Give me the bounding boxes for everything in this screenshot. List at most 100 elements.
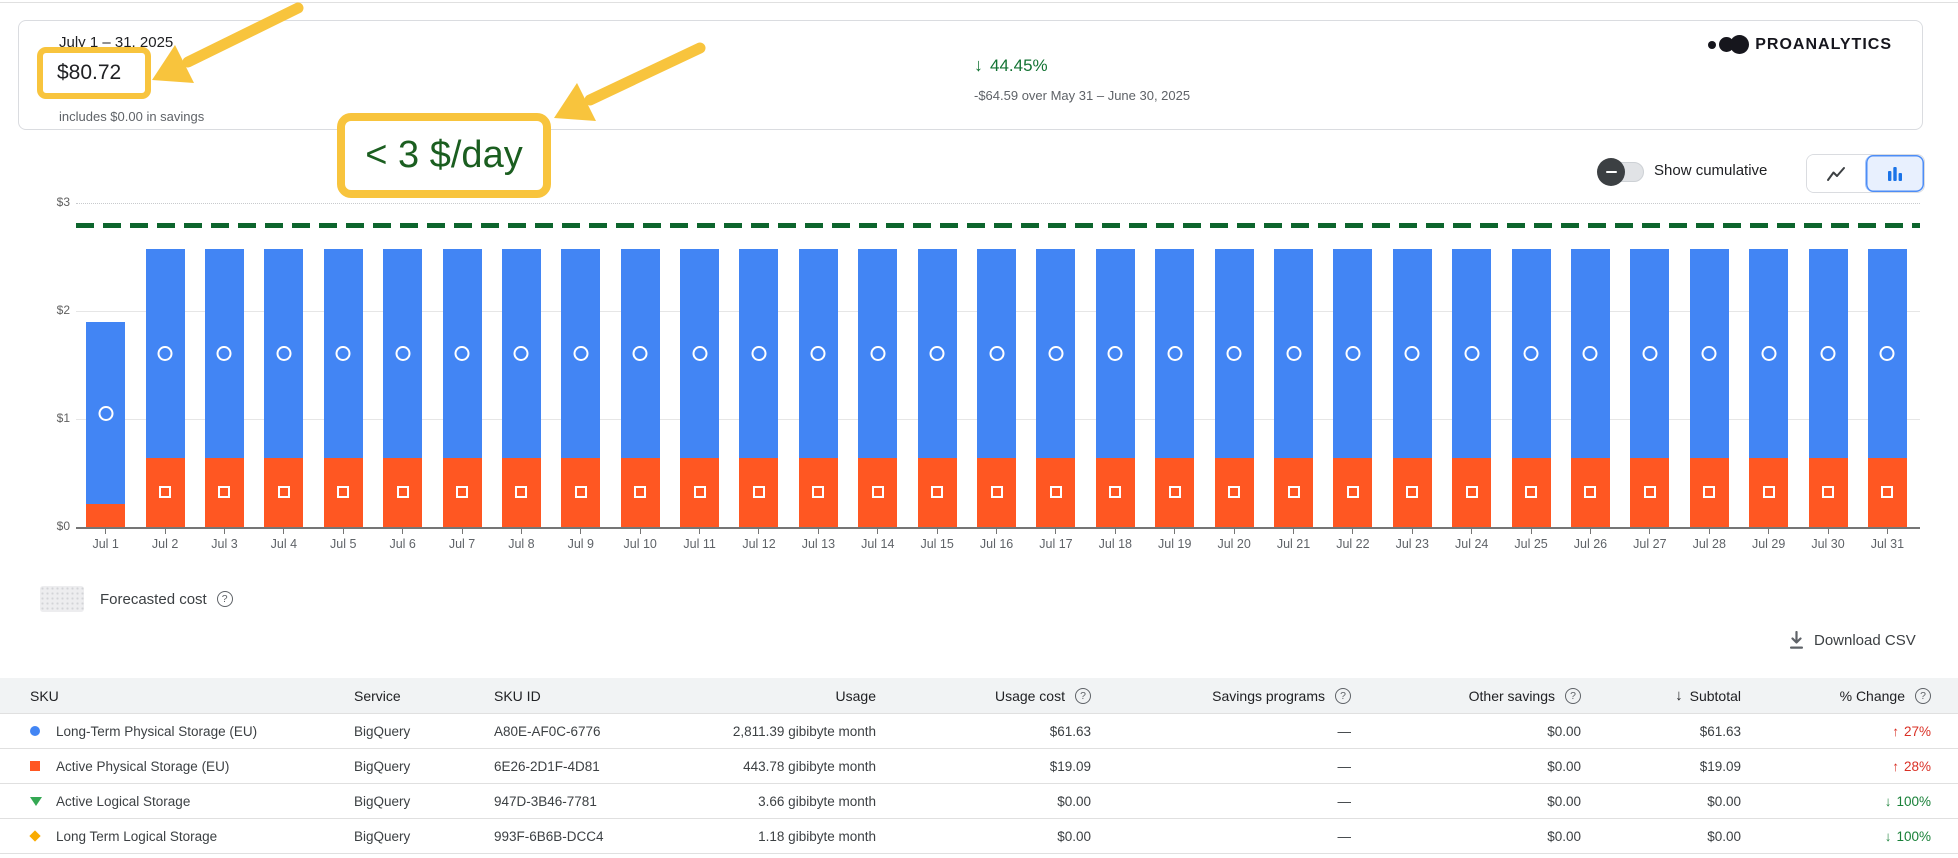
axis-tick bbox=[342, 528, 344, 534]
service-cell: BigQuery bbox=[354, 723, 411, 739]
axis-tick bbox=[402, 528, 404, 534]
stacked-bar-jul-28[interactable] bbox=[1689, 249, 1729, 527]
help-icon[interactable]: ? bbox=[216, 591, 233, 607]
x-axis-label: Jul 23 bbox=[1395, 537, 1429, 551]
axis-tick bbox=[580, 528, 582, 534]
stacked-bar-jul-13[interactable] bbox=[798, 249, 838, 527]
show-cumulative-toggle[interactable] bbox=[1597, 158, 1644, 186]
stacked-bar-jul-11[interactable] bbox=[680, 249, 720, 527]
help-icon[interactable]: ? bbox=[1565, 687, 1581, 704]
stacked-bar-jul-21[interactable] bbox=[1274, 249, 1313, 527]
table-row[interactable]: Long Term Logical Storage BigQuery 993F-6B… bbox=[0, 819, 1958, 854]
stacked-bar-jul-6[interactable] bbox=[383, 249, 423, 527]
axis-tick bbox=[699, 528, 701, 534]
axis-tick bbox=[283, 528, 285, 534]
stacked-bar-jul-9[interactable] bbox=[561, 249, 601, 527]
bar-chart-icon bbox=[1888, 166, 1902, 181]
cost-delta: ↓ 44.45% -$64.59 over May 31 – June 30, … bbox=[974, 55, 1190, 103]
square-marker-icon bbox=[30, 761, 40, 771]
bar-slot-jul-28 bbox=[1680, 249, 1739, 527]
stacked-bar-jul-23[interactable] bbox=[1392, 249, 1432, 527]
square-marker bbox=[1406, 486, 1419, 499]
forecast-swatch-icon bbox=[40, 586, 84, 612]
delta-percent-value: 44.45% bbox=[990, 55, 1048, 75]
delta-percent: ↓ 44.45% bbox=[974, 55, 1190, 76]
column-header-usage-cost[interactable]: Usage cost? bbox=[884, 687, 1099, 704]
column-header-sku-id[interactable]: SKU ID bbox=[494, 688, 694, 704]
circle-marker bbox=[751, 346, 767, 362]
stacked-bar-jul-17[interactable] bbox=[1036, 249, 1076, 527]
stacked-bar-jul-16[interactable] bbox=[977, 249, 1017, 527]
axis-tick bbox=[105, 528, 107, 534]
stacked-bar-jul-24[interactable] bbox=[1452, 249, 1492, 527]
table-body: Long-Term Physical Storage (EU) BigQuery A… bbox=[0, 714, 1958, 854]
bar-slot-jul-25 bbox=[1501, 249, 1560, 527]
stacked-bar-jul-10[interactable] bbox=[620, 249, 660, 527]
stacked-bar-jul-14[interactable] bbox=[858, 249, 898, 527]
x-label-slot: Jul 24 bbox=[1442, 528, 1501, 551]
bar-slot-jul-15 bbox=[907, 249, 966, 527]
stacked-bar-jul-7[interactable] bbox=[442, 249, 482, 527]
stacked-bar-jul-3[interactable] bbox=[204, 249, 244, 527]
stacked-bar-jul-5[interactable] bbox=[323, 249, 363, 527]
stacked-bar-jul-29[interactable] bbox=[1749, 249, 1789, 527]
chart-x-axis-labels: Jul 1 Jul 2 Jul 3 Jul 4 Jul 5 Jul 6 Jul 7 Jul 8… bbox=[76, 528, 1917, 551]
savings-programs-cell: — bbox=[1337, 758, 1352, 774]
download-csv-button[interactable]: Download CSV bbox=[1788, 631, 1916, 650]
help-icon[interactable]: ? bbox=[1335, 687, 1351, 704]
table-row[interactable]: Active Physical Storage (EU) BigQuery 6E26… bbox=[0, 749, 1958, 784]
stacked-bar-jul-12[interactable] bbox=[739, 249, 779, 527]
help-icon[interactable]: ? bbox=[1075, 687, 1091, 704]
stacked-bar-jul-1[interactable] bbox=[86, 321, 126, 527]
stacked-bar-jul-27[interactable] bbox=[1630, 249, 1670, 527]
column-header-subtotal[interactable]: ↓ Subtotal bbox=[1589, 687, 1749, 704]
brand-logo: PROANALYTICS bbox=[1708, 35, 1892, 54]
stacked-bar-jul-4[interactable] bbox=[264, 249, 304, 527]
column-header-usage[interactable]: Usage bbox=[694, 688, 884, 704]
arrow-up-icon: ↑ bbox=[1892, 758, 1899, 774]
x-label-slot: Jul 5 bbox=[314, 528, 373, 551]
stacked-bar-jul-19[interactable] bbox=[1155, 249, 1195, 527]
bar-chart-button[interactable] bbox=[1865, 155, 1924, 192]
column-header-service[interactable]: Service bbox=[354, 688, 494, 704]
bar-slot-jul-30 bbox=[1798, 249, 1857, 527]
table-row[interactable]: Active Logical Storage BigQuery 947D-3B46-… bbox=[0, 784, 1958, 819]
arrow-up-icon: ↑ bbox=[1892, 723, 1899, 739]
stacked-bar-jul-25[interactable] bbox=[1511, 249, 1551, 527]
column-header--change[interactable]: % Change? bbox=[1749, 687, 1958, 704]
stacked-bar-jul-22[interactable] bbox=[1333, 249, 1373, 527]
stacked-bar-jul-31[interactable] bbox=[1867, 249, 1907, 527]
square-marker bbox=[812, 486, 825, 499]
column-header-sku[interactable]: SKU bbox=[0, 688, 354, 704]
axis-tick bbox=[1411, 528, 1413, 534]
subtotal-cell: $0.00 bbox=[1707, 793, 1741, 809]
axis-tick bbox=[520, 528, 522, 534]
stacked-bar-jul-20[interactable] bbox=[1214, 249, 1254, 527]
show-cumulative-control: Show cumulative bbox=[1597, 158, 1767, 186]
axis-tick bbox=[1886, 528, 1888, 534]
triangle-down-marker-icon bbox=[30, 796, 42, 806]
column-header-other-savings[interactable]: Other savings? bbox=[1359, 687, 1589, 704]
diamond-marker-icon bbox=[29, 830, 41, 842]
square-marker bbox=[1168, 486, 1181, 499]
line-chart-button[interactable] bbox=[1807, 155, 1865, 192]
stacked-bar-jul-2[interactable] bbox=[145, 249, 185, 527]
toggle-knob[interactable] bbox=[1597, 158, 1625, 186]
help-icon[interactable]: ? bbox=[1915, 687, 1931, 704]
daily-cost-callout-box: < 3 $/day bbox=[337, 113, 551, 198]
stacked-bar-jul-30[interactable] bbox=[1808, 249, 1848, 527]
square-marker bbox=[1822, 486, 1835, 499]
x-axis-label: Jul 19 bbox=[1158, 537, 1192, 551]
stacked-bar-jul-8[interactable] bbox=[501, 249, 541, 527]
circle-marker bbox=[1701, 346, 1717, 362]
stacked-bar-jul-15[interactable] bbox=[917, 249, 957, 527]
stacked-bar-jul-18[interactable] bbox=[1095, 249, 1135, 527]
forecast-legend: Forecasted cost ? bbox=[40, 586, 233, 612]
column-header-savings-programs[interactable]: Savings programs? bbox=[1099, 687, 1359, 704]
table-row[interactable]: Long-Term Physical Storage (EU) BigQuery A… bbox=[0, 714, 1958, 749]
x-label-slot: Jul 26 bbox=[1561, 528, 1620, 551]
stacked-bar-jul-26[interactable] bbox=[1570, 249, 1610, 527]
bar-slot-jul-12 bbox=[729, 249, 788, 527]
axis-tick bbox=[1471, 528, 1473, 534]
square-marker bbox=[277, 486, 290, 499]
